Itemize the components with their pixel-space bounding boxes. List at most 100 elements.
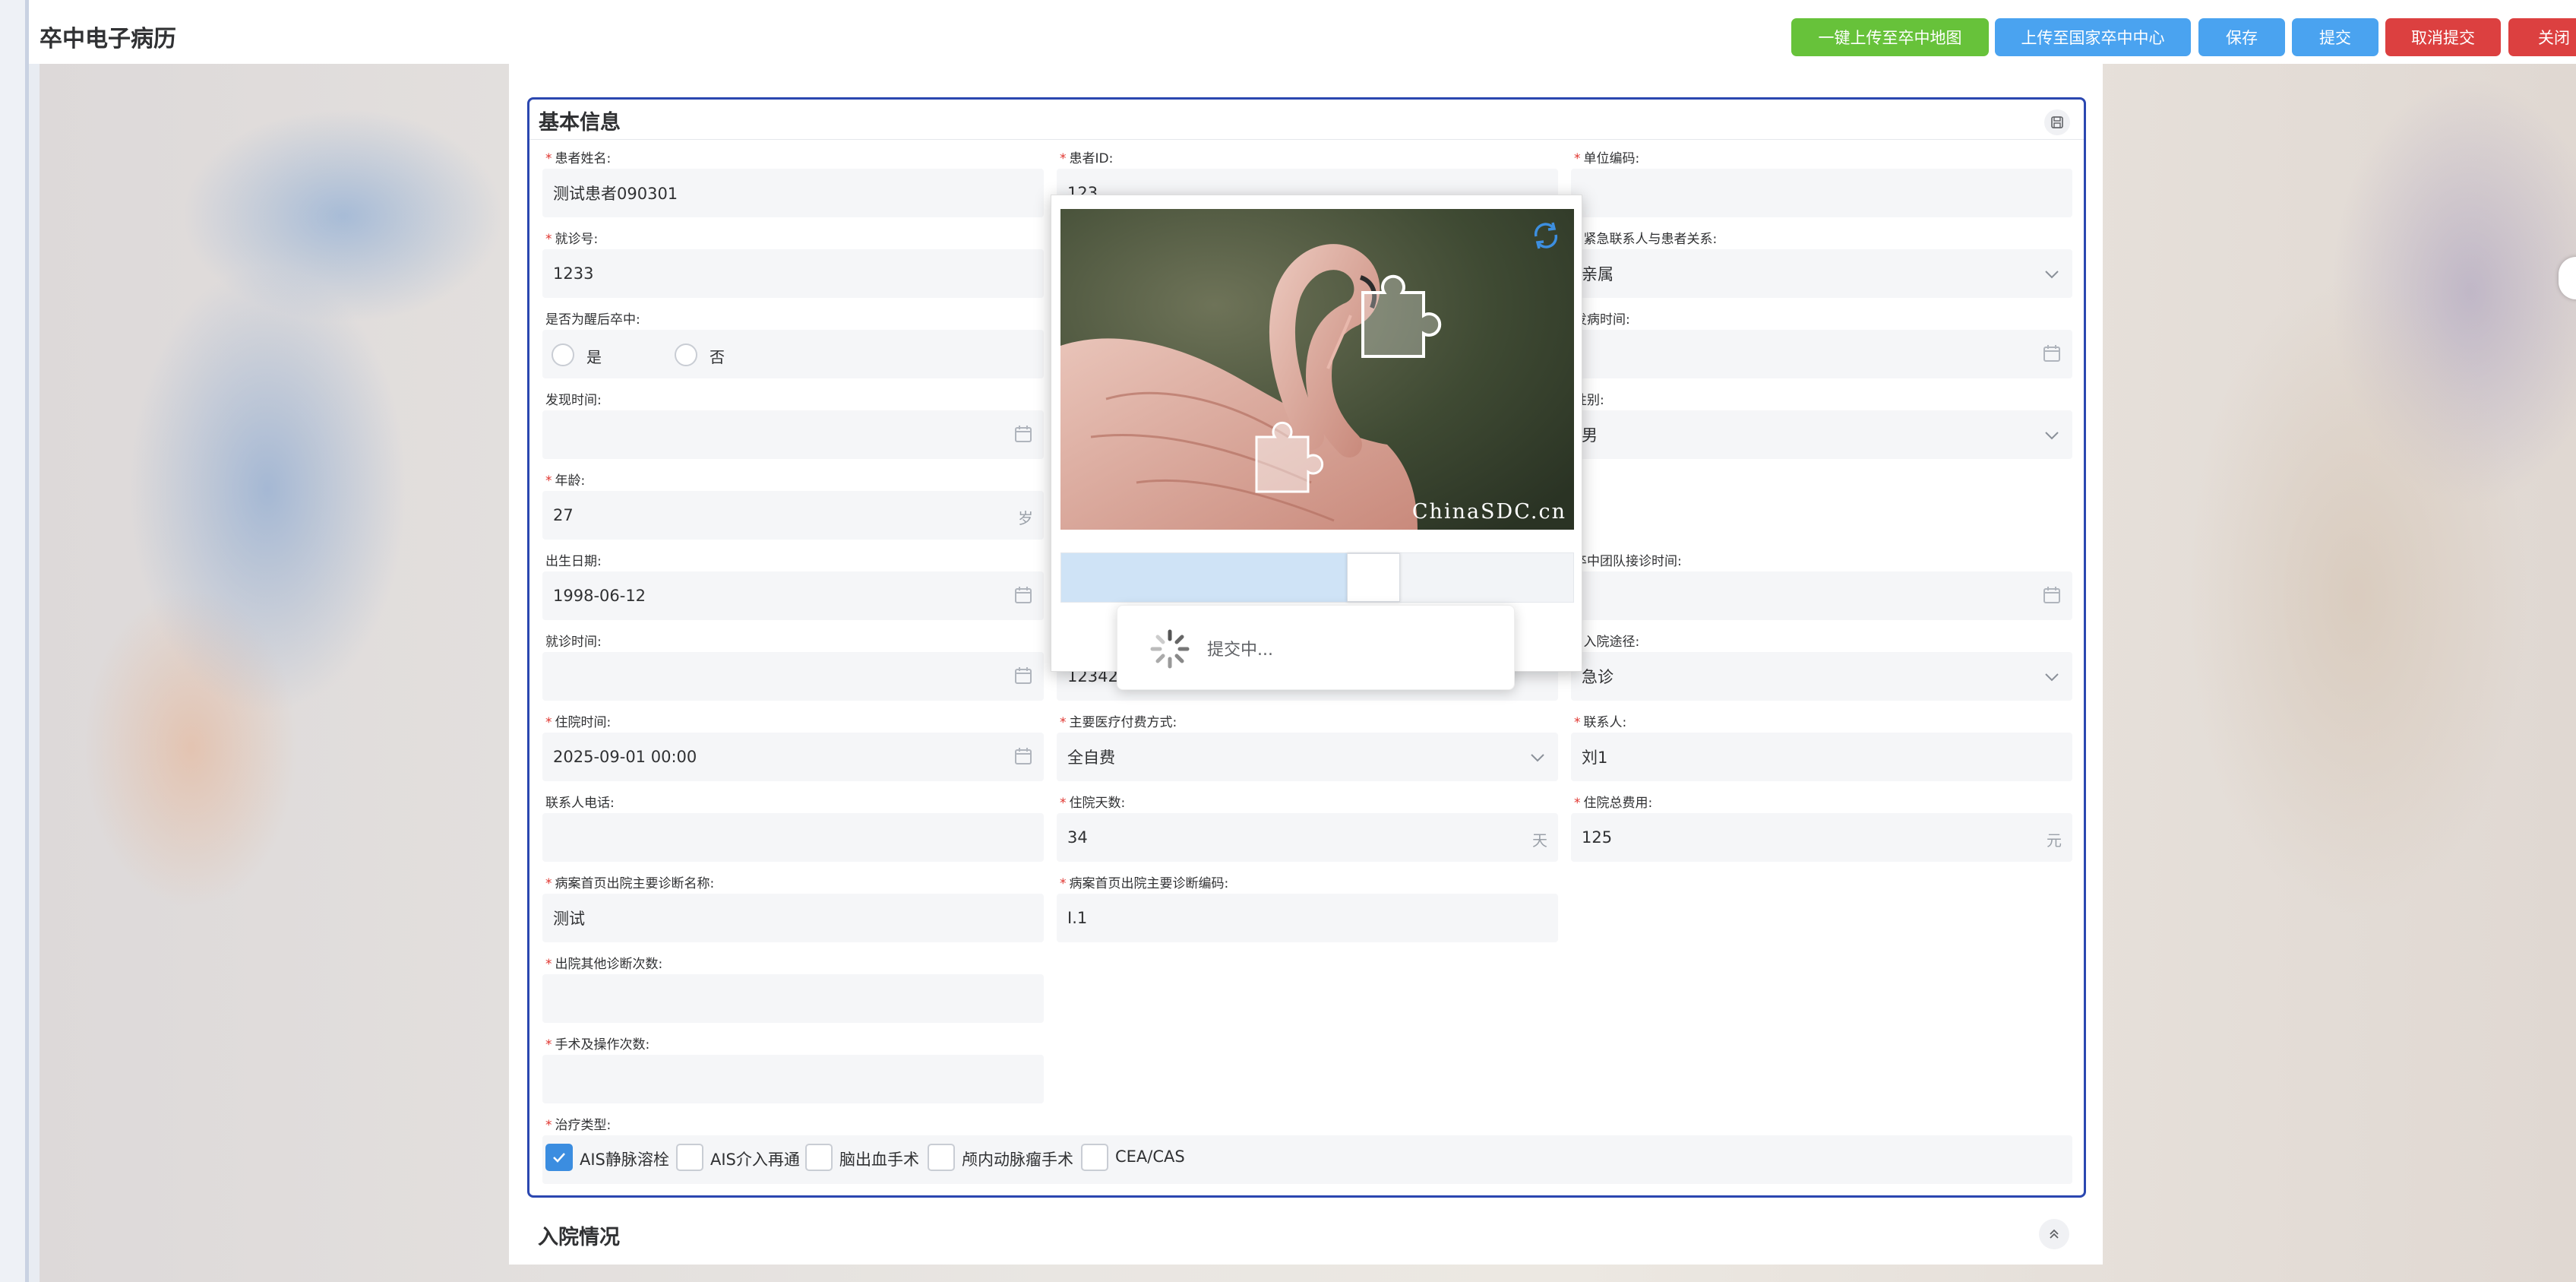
captcha-slider-handle[interactable] — [1347, 553, 1400, 602]
patient-name-label: * 患者姓名: — [545, 151, 612, 166]
treatment-cea-cas-checkbox[interactable] — [1081, 1144, 1108, 1171]
captcha-brand-watermark: ChinaSDC.cn — [1411, 500, 1566, 524]
calendar-icon — [1015, 748, 1032, 764]
gender-select[interactable]: 男 — [1571, 410, 2072, 459]
upload-national-center-button[interactable]: 上传至国家卒中中心 — [1995, 18, 2191, 56]
admission-route-select[interactable]: 急诊 — [1571, 652, 2072, 701]
surgery-count-label: * 手术及操作次数: — [545, 1037, 650, 1053]
cancel-submit-button[interactable]: 取消提交 — [2385, 18, 2501, 56]
top-header: 卒中电子病历 — [29, 0, 2576, 64]
collapse-section-button[interactable] — [2039, 1219, 2069, 1249]
submit-button[interactable]: 提交 — [2292, 18, 2378, 56]
calendar-icon — [2043, 345, 2060, 362]
wake-stroke-no-radio[interactable] — [675, 343, 697, 366]
treatment-label: * 治疗类型: — [545, 1118, 612, 1133]
wake-stroke-label: 是否为醒后卒中: — [545, 312, 640, 328]
chevron-up-double-icon — [2050, 1229, 2059, 1239]
chevron-down-icon — [2045, 271, 2059, 279]
stay-days-label: * 住院天数: — [1060, 796, 1126, 811]
age-label: * 年龄: — [545, 473, 586, 489]
contact-phone-label: 联系人电话: — [545, 796, 615, 811]
age-input[interactable]: 27 岁 — [542, 491, 1044, 540]
unit-code-input[interactable] — [1571, 169, 2072, 217]
treatment-ais-interventional-label: AIS介入再通 — [710, 1151, 800, 1169]
payment-label: * 主要医疗付费方式: — [1060, 715, 1177, 730]
refresh-icon[interactable] — [1527, 217, 1565, 255]
other-diag-label: * 出院其他诊断次数: — [545, 957, 663, 972]
diag-name-label: * 病案首页出院主要诊断名称: — [545, 876, 715, 891]
contact-input[interactable]: 刘1 — [1571, 733, 2072, 781]
emergency-relation-select[interactable]: 亲属 — [1571, 249, 2072, 298]
save-button[interactable]: 保存 — [2198, 18, 2285, 56]
captcha-image: ChinaSDC.cn — [1060, 209, 1574, 530]
treatment-aneurysm-surgery-checkbox[interactable] — [928, 1144, 955, 1171]
visit-no-label: * 就诊号: — [545, 232, 599, 247]
visit-time-input[interactable] — [542, 652, 1044, 701]
surgery-count-input[interactable] — [542, 1055, 1044, 1103]
contact-label: * 联系人: — [1574, 715, 1627, 730]
save-section-icon[interactable] — [2044, 109, 2070, 135]
onset-time-label: 发病时间: — [1574, 312, 1630, 328]
age-unit: 岁 — [1018, 509, 1033, 527]
stay-days-unit: 天 — [1532, 831, 1547, 850]
page-title: 卒中电子病历 — [40, 26, 176, 52]
found-time-input[interactable] — [542, 410, 1044, 459]
section-title-admission: 入院情况 — [538, 1226, 620, 1249]
treatment-aneurysm-surgery-label: 颅内动脉瘤手术 — [962, 1151, 1073, 1169]
wake-stroke-yes-label: 是 — [586, 348, 602, 366]
checkmark-icon — [553, 1153, 565, 1163]
total-cost-label: * 住院总费用: — [1574, 796, 1653, 811]
wake-stroke-radio-group — [542, 330, 1044, 378]
diag-code-input[interactable]: I.1 — [1057, 894, 1558, 942]
upload-stroke-map-button[interactable]: 一键上传至卒中地图 — [1791, 18, 1989, 56]
chevron-down-icon — [2045, 673, 2059, 682]
stay-days-input[interactable]: 34 天 — [1057, 813, 1558, 862]
admission-route-label: *入院途径: — [1574, 635, 1640, 650]
visit-time-label: 就诊时间: — [545, 635, 602, 650]
patient-id-label: * 患者ID: — [1060, 151, 1114, 166]
total-cost-unit: 元 — [2047, 831, 2062, 850]
visit-no-input[interactable]: 1233 — [542, 249, 1044, 298]
calendar-icon — [2043, 587, 2060, 603]
treatment-ais-interventional-checkbox[interactable] — [676, 1144, 703, 1171]
captcha-slider-fill — [1061, 553, 1347, 602]
treatment-ais-iv-checkbox[interactable] — [545, 1144, 573, 1171]
chevron-down-icon — [1531, 754, 1544, 762]
calendar-icon — [1015, 667, 1032, 684]
slider-captcha-dialog: ChinaSDC.cn — [1051, 195, 1582, 672]
close-button[interactable]: 关闭 — [2508, 18, 2576, 56]
other-diag-input[interactable] — [542, 974, 1044, 1023]
emergency-relation-label: *紧急联系人与患者关系: — [1574, 232, 1718, 247]
calendar-icon — [1015, 426, 1032, 442]
admission-time-input[interactable]: 2025-09-01 00:00 — [542, 733, 1044, 781]
patient-name-input[interactable]: 测试患者090301 — [542, 169, 1044, 217]
team-time-input[interactable] — [1571, 571, 2072, 620]
captcha-slider-track — [1060, 552, 1574, 603]
contact-phone-input[interactable] — [542, 813, 1044, 862]
found-time-label: 发现时间: — [545, 393, 602, 408]
treatment-cea-cas-label: CEA/CAS — [1115, 1147, 1185, 1166]
section-title-basic-info: 基本信息 — [539, 111, 621, 135]
card-divider — [529, 139, 2084, 140]
total-cost-input[interactable]: 125 元 — [1571, 813, 2072, 862]
spinner-icon — [1150, 629, 1190, 669]
left-sidebar-strip — [0, 0, 29, 1282]
loading-toast: 提交中... — [1117, 605, 1515, 690]
onset-time-input[interactable] — [1571, 330, 2072, 378]
wake-stroke-yes-radio[interactable] — [552, 343, 574, 366]
treatment-ich-surgery-checkbox[interactable] — [805, 1144, 833, 1171]
birth-date-input[interactable]: 1998-06-12 — [542, 571, 1044, 620]
chevron-down-icon — [2045, 432, 2059, 440]
loading-text: 提交中... — [1207, 641, 1273, 660]
treatment-ich-surgery-label: 脑出血手术 — [839, 1151, 919, 1169]
diag-code-label: * 病案首页出院主要诊断编码: — [1060, 876, 1229, 891]
wake-stroke-no-label: 否 — [710, 348, 725, 366]
team-time-label: 卒中团队接诊时间: — [1574, 554, 1682, 569]
diag-name-input[interactable]: 测试 — [542, 894, 1044, 942]
treatment-ais-iv-label: AIS静脉溶栓 — [580, 1151, 669, 1169]
payment-select[interactable]: 全自费 — [1057, 733, 1558, 781]
admission-time-label: * 住院时间: — [545, 715, 612, 730]
unit-code-label: * 单位编码: — [1574, 151, 1640, 166]
birth-date-label: 出生日期: — [545, 554, 602, 569]
calendar-icon — [1015, 587, 1032, 603]
